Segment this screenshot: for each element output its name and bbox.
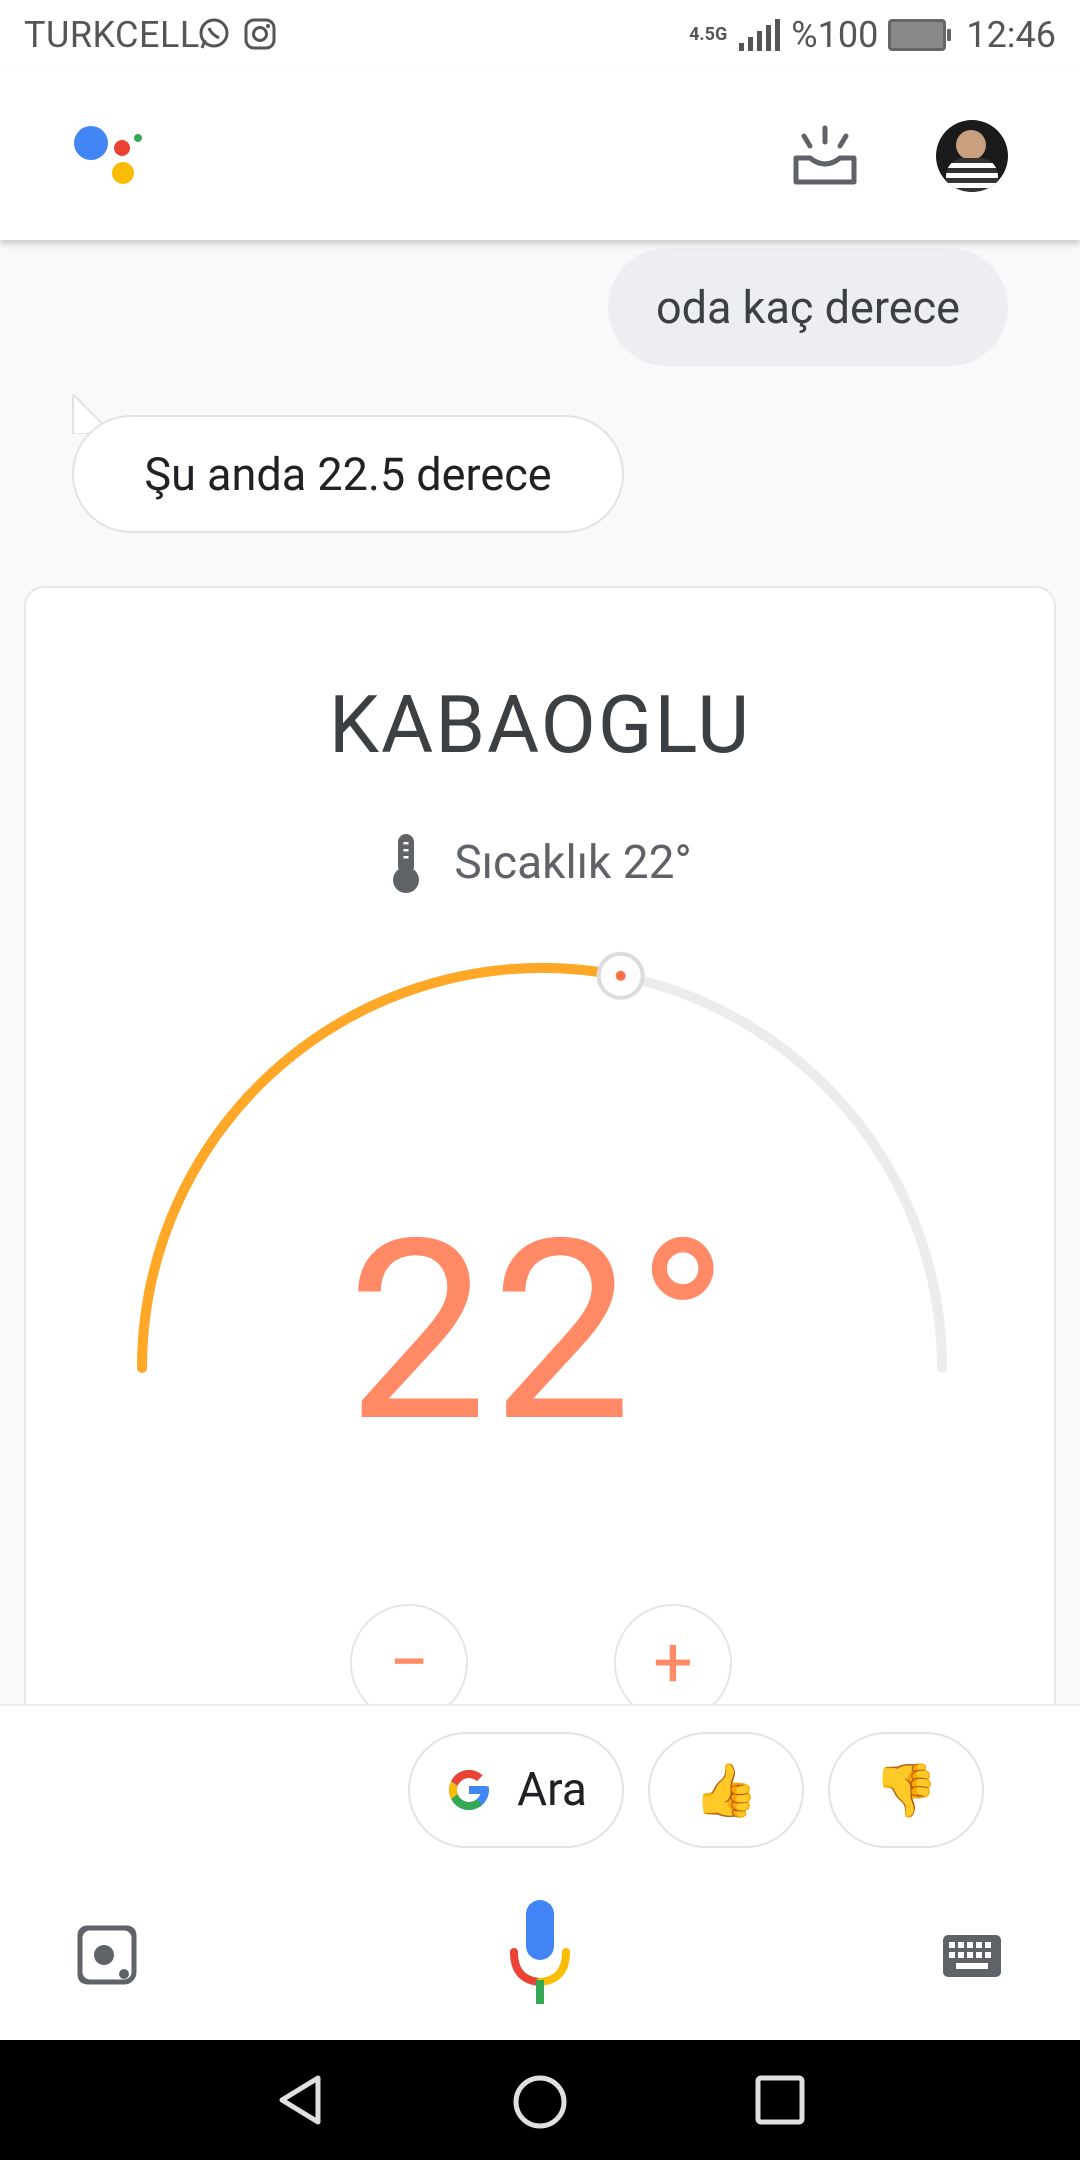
plus-label: + [653,1622,693,1704]
user-query-bubble: oda kaç derece [607,248,1008,366]
dial-handle[interactable] [596,951,645,1000]
assistant-input-panel: Ara 👍 👎 [0,1704,1080,2042]
thumbs-up-icon: 👍 [693,1759,759,1821]
home-icon[interactable] [512,2074,568,2130]
carrier-name: TURKCELL [24,14,200,56]
google-g-icon [449,1770,490,1810]
battery-icon [888,19,952,51]
network-type: 4.5G [689,24,728,45]
battery-percent: %100 [791,14,879,56]
signal-icon [739,19,781,51]
google-lens-icon[interactable] [76,1924,138,1986]
temperature-dial[interactable] [26,588,1058,1748]
back-icon[interactable] [274,2074,326,2126]
search-suggestion-chip[interactable]: Ara [408,1732,624,1848]
user-query-text: oda kaç derece [655,280,960,334]
instagram-icon [244,18,276,50]
system-navigation-bar [0,2040,1080,2160]
thermostat-card[interactable]: KABAOGLU Sıcaklık 22° 22° − + [24,586,1056,1746]
assistant-reply-bubble: Şu anda 22.5 derece [72,415,624,533]
search-chip-label: Ara [517,1763,587,1817]
assistant-reply-text: Şu anda 22.5 derece [144,447,552,501]
assistant-header [0,72,1080,240]
keyboard-icon[interactable] [942,1934,1002,1978]
microphone-icon[interactable] [508,1896,572,2008]
status-bar: TURKCELL 4.5G %100 12:46 [0,0,1080,72]
whatsapp-icon [199,18,229,49]
minus-label: − [388,1622,430,1704]
thumbs-down-icon: 👎 [873,1759,939,1821]
thumbs-down-chip[interactable]: 👎 [828,1732,984,1848]
setpoint-temperature: 22° [346,1186,734,1479]
recents-icon[interactable] [754,2074,806,2126]
thumbs-up-chip[interactable]: 👍 [648,1732,804,1848]
account-avatar[interactable] [936,120,1008,192]
clock: 12:46 [966,14,1056,56]
snapshot-tray-icon[interactable] [790,124,860,188]
